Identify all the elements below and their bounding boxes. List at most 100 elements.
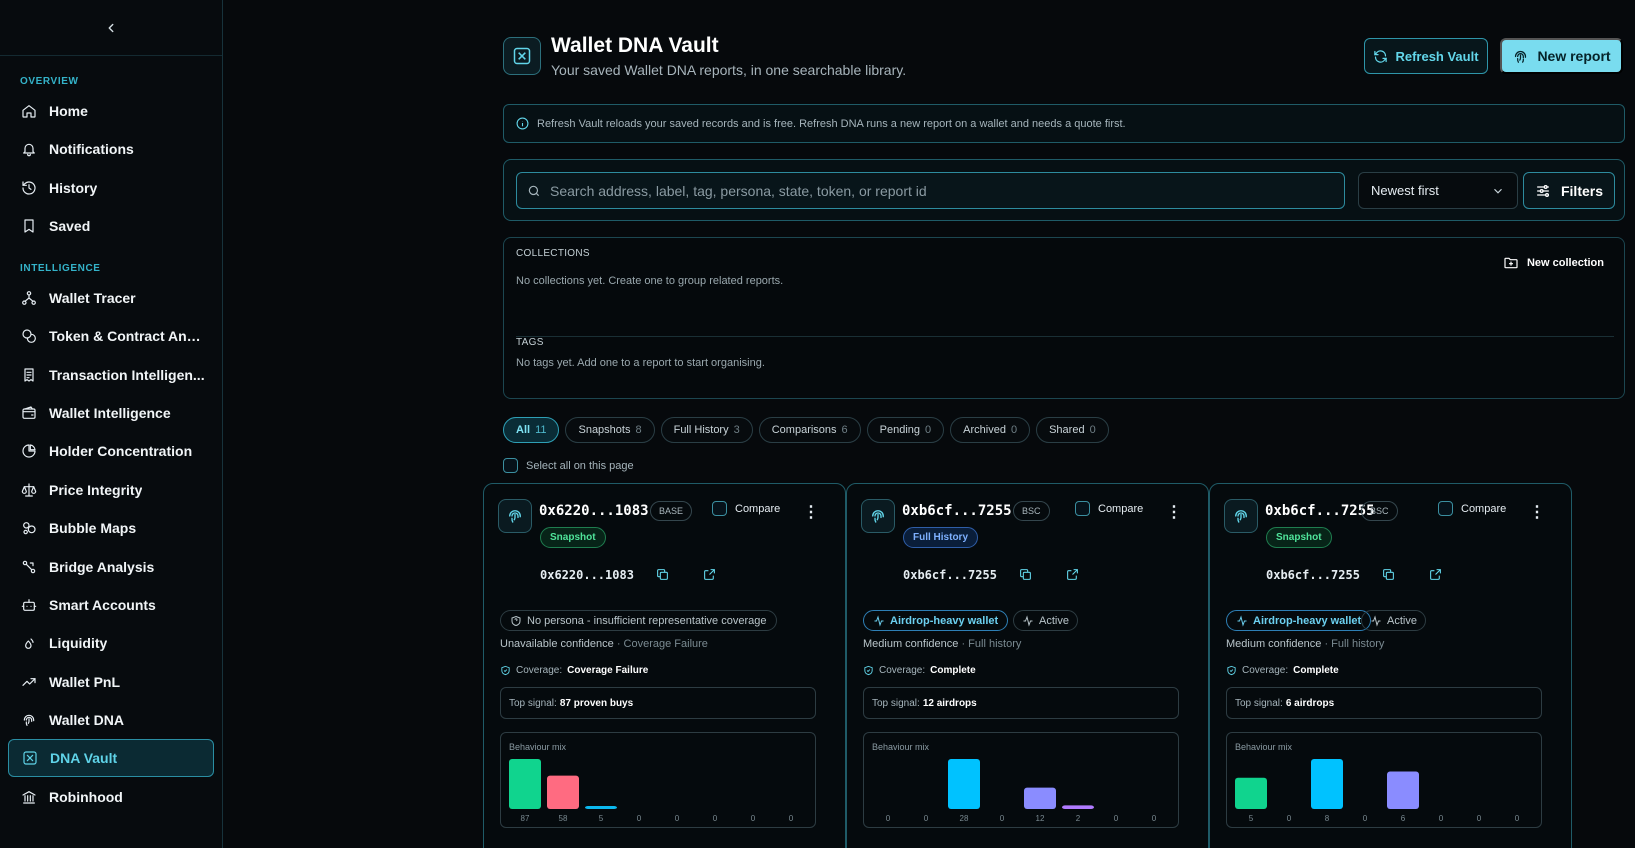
pie-chart-icon xyxy=(22,444,36,458)
mix-bar xyxy=(1235,777,1267,809)
select-all-label: Select all on this page xyxy=(526,459,634,472)
compare-toggle[interactable]: Compare xyxy=(1438,501,1506,516)
sidebar-item-liquidity[interactable]: Liquidity xyxy=(8,624,214,662)
more-options-icon[interactable]: ⋮ xyxy=(1529,502,1545,522)
external-link-icon[interactable] xyxy=(1066,568,1079,581)
sidebar-item-notifications[interactable]: Notifications xyxy=(8,130,214,168)
sidebar-item-label: Wallet PnL xyxy=(49,674,121,690)
chain-badge: BASE xyxy=(650,501,693,521)
collections-empty: No collections yet. Create one to group … xyxy=(516,275,784,287)
wallet-address: 0xb6cf...7255 xyxy=(1265,503,1375,519)
sidebar-item-label: DNA Vault xyxy=(50,750,118,766)
collapse-sidebar-button[interactable] xyxy=(0,0,222,56)
tab-count: 0 xyxy=(1010,424,1018,436)
report-card[interactable]: 0xb6cf...7255 BSC Compare ⋮ Snapshot 0xb6cf..… xyxy=(1209,483,1572,848)
receipt-icon xyxy=(24,368,34,382)
mix-bar-label: 0 xyxy=(751,814,756,823)
trending-up-icon xyxy=(22,678,36,686)
sidebar-item-smart-accounts[interactable]: Smart Accounts xyxy=(8,586,214,624)
shield-check-icon xyxy=(501,665,510,676)
mix-bar-label: 0 xyxy=(886,814,891,823)
tab-all[interactable]: All 11 xyxy=(503,417,560,443)
history-icon xyxy=(22,181,36,195)
tab-comparisons[interactable]: Comparisons 6 xyxy=(758,417,861,443)
external-link-icon[interactable] xyxy=(1429,568,1442,581)
select-all-checkbox[interactable] xyxy=(503,458,518,473)
sidebar-item-label: History xyxy=(49,180,98,196)
sidebar-item-saved[interactable]: Saved xyxy=(8,207,214,245)
external-link-icon[interactable] xyxy=(703,568,716,581)
tab-full-history[interactable]: Full History 3 xyxy=(660,417,753,443)
mix-bar-label: 28 xyxy=(960,814,969,823)
sidebar-item-bridge-analysis[interactable]: Bridge Analysis xyxy=(8,548,214,586)
new-report-label: New report xyxy=(1537,48,1611,64)
refresh-icon xyxy=(1374,49,1388,63)
tab-snapshots[interactable]: Snapshots 8 xyxy=(565,417,655,443)
sidebar-item-label: Transaction Intelligen... xyxy=(49,367,205,383)
sort-select[interactable]: Newest first xyxy=(1358,172,1518,209)
bubbles-icon xyxy=(23,522,36,535)
sidebar-item-price-integrity[interactable]: Price Integrity xyxy=(8,471,214,509)
sidebar-item-token-contract-anal[interactable]: Token & Contract Anal... xyxy=(8,317,214,355)
copy-icon[interactable] xyxy=(1019,568,1032,581)
report-card[interactable]: 0xb6cf...7255 BSC Compare ⋮ Full History 0xb6… xyxy=(846,483,1209,848)
tab-count: 0 xyxy=(925,424,932,436)
coverage-row: Coverage: Complete xyxy=(1226,665,1339,676)
report-kind-badge: Full History xyxy=(903,527,979,548)
copy-icon[interactable] xyxy=(1382,568,1395,581)
tab-archived[interactable]: Archived 0 xyxy=(950,417,1031,443)
report-kind-badge: Snapshot xyxy=(1266,527,1332,548)
mix-bar-label: 5 xyxy=(599,814,604,823)
new-collection-button[interactable]: New collection xyxy=(1503,255,1604,271)
more-options-icon[interactable]: ⋮ xyxy=(1166,502,1182,522)
sidebar-item-wallet-intelligence[interactable]: Wallet Intelligence xyxy=(8,394,214,432)
bookmark-icon xyxy=(24,219,34,233)
more-options-icon[interactable]: ⋮ xyxy=(803,502,819,522)
tab-shared[interactable]: Shared 0 xyxy=(1036,417,1109,443)
sidebar-item-home[interactable]: Home xyxy=(8,92,214,130)
persona-badge: Airdrop-heavy wallet xyxy=(863,610,1009,631)
new-report-button[interactable]: New report xyxy=(1500,38,1623,74)
divider xyxy=(516,336,1614,337)
select-all-row[interactable]: Select all on this page xyxy=(503,458,634,473)
compare-toggle[interactable]: Compare xyxy=(712,501,780,516)
tab-count: 11 xyxy=(535,424,547,436)
refresh-vault-button[interactable]: Refresh Vault xyxy=(1364,38,1488,74)
sidebar-item-holder-concentration[interactable]: Holder Concentration xyxy=(8,432,214,470)
search-field[interactable] xyxy=(516,172,1345,209)
mix-bar-label: 0 xyxy=(1000,814,1005,823)
compare-checkbox[interactable] xyxy=(712,501,727,516)
sidebar-item-robinhood[interactable]: Robinhood xyxy=(8,778,214,816)
collections-title: COLLECTIONS xyxy=(516,248,590,259)
sidebar-item-history[interactable]: History xyxy=(8,169,214,207)
mix-bar-label: 87 xyxy=(521,814,530,823)
sidebar-item-label: Holder Concentration xyxy=(49,443,193,459)
compare-checkbox[interactable] xyxy=(1075,501,1090,516)
sidebar-item-wallet-tracer[interactable]: Wallet Tracer xyxy=(8,279,214,317)
sidebar-item-wallet-dna[interactable]: Wallet DNA xyxy=(8,701,214,739)
sidebar-item-wallet-pnl[interactable]: Wallet PnL xyxy=(8,663,214,701)
persona-badge: Airdrop-heavy wallet xyxy=(1226,610,1372,631)
sidebar-item-label: Bridge Analysis xyxy=(49,559,155,575)
signal-value: 12 airdrops xyxy=(922,697,977,709)
sidebar-item-dna-vault[interactable]: DNA Vault xyxy=(8,739,214,777)
sidebar-item-label: Wallet Intelligence xyxy=(49,405,171,421)
compare-toggle[interactable]: Compare xyxy=(1075,501,1143,516)
search-input[interactable] xyxy=(550,182,1330,199)
copy-icon[interactable] xyxy=(656,568,669,581)
sidebar-item-transaction-intelligen[interactable]: Transaction Intelligen... xyxy=(8,356,214,394)
tags-title: TAGS xyxy=(516,337,544,348)
report-card[interactable]: 0x6220...1083 BASE Compare ⋮ Snapshot 0x6220.… xyxy=(483,483,846,848)
compare-checkbox[interactable] xyxy=(1438,501,1453,516)
signal-value: 6 airdrops xyxy=(1285,697,1335,709)
tab-pending[interactable]: Pending 0 xyxy=(866,417,945,443)
confidence-text: Medium confidence · Full history xyxy=(863,638,1021,650)
confidence-text: Unavailable confidence · Coverage Failur… xyxy=(500,638,708,650)
sidebar-item-label: Price Integrity xyxy=(49,482,143,498)
mix-bar-label: 0 xyxy=(1287,814,1292,823)
mix-bar-label: 0 xyxy=(789,814,794,823)
top-signal-box: Top signal: 87 proven buys xyxy=(500,687,816,719)
filters-button[interactable]: Filters xyxy=(1523,172,1615,209)
main-content: Wallet DNA Vault Your saved Wallet DNA r… xyxy=(223,0,1635,848)
sidebar-item-bubble-maps[interactable]: Bubble Maps xyxy=(8,509,214,547)
